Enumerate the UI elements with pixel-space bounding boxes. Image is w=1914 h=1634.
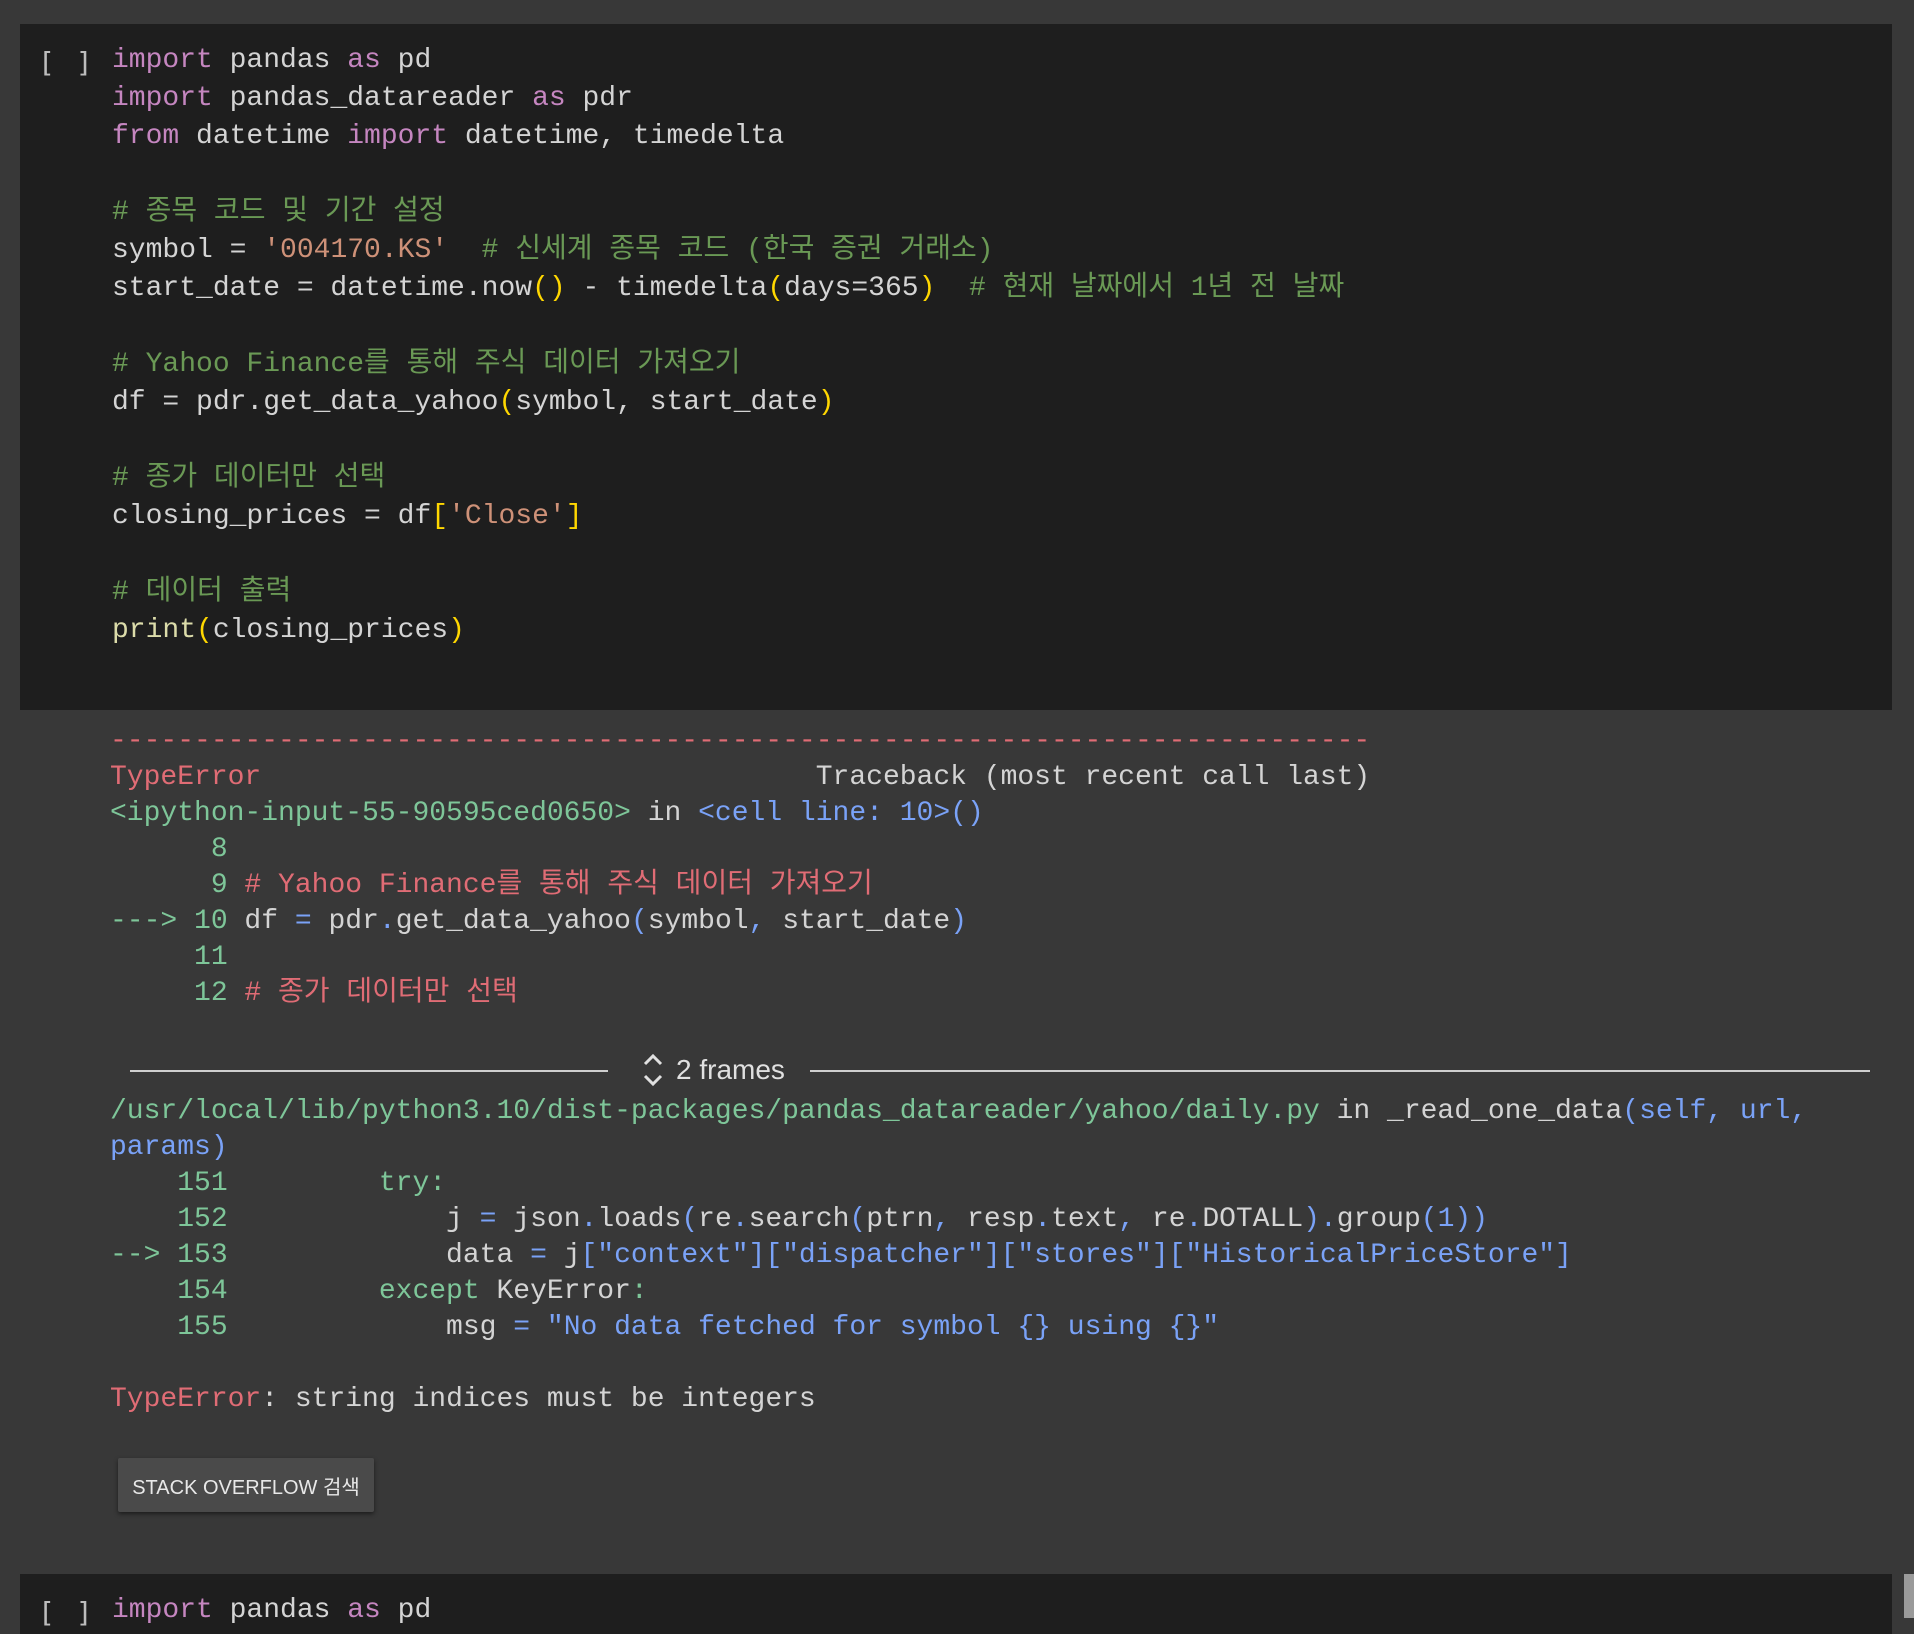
run-cell-button[interactable]: [ ]: [38, 46, 95, 79]
current-line-arrow: --> 153: [110, 1240, 228, 1271]
cell-line-ref: <cell line: 10>(): [698, 798, 984, 829]
current-line-arrow: ---> 10: [110, 906, 228, 937]
input-ref: <ipython-input-55-90595ced0650>: [110, 798, 631, 829]
run-cell-button[interactable]: [ ]: [38, 1596, 95, 1629]
file-path: /usr/local/lib/python3.10/dist-packages/…: [110, 1096, 1320, 1127]
final-error-message: : string indices must be integers: [261, 1384, 816, 1415]
code-cell-1[interactable]: [ ] import pandas as pd import pandas_da…: [20, 24, 1892, 710]
code-editor[interactable]: import pandas as pd: [112, 1592, 431, 1630]
traceback-separator: ----------------------------------------…: [110, 726, 1371, 757]
code-editor[interactable]: import pandas as pd import pandas_datare…: [112, 42, 1344, 650]
expand-collapse-icon: [643, 1053, 663, 1087]
traceback-label: Traceback (most recent call last): [815, 762, 1371, 793]
search-stack-overflow-button[interactable]: STACK OVERFLOW 검색: [118, 1458, 374, 1512]
cell-output-traceback: ----------------------------------------…: [110, 726, 1371, 1009]
expand-frames-toggle[interactable]: 2 frames: [640, 1050, 785, 1090]
function-name: _read_one_data: [1387, 1096, 1623, 1127]
error-type: TypeError: [110, 762, 262, 793]
frames-divider-right-line: [810, 1070, 1870, 1072]
scrollbar-thumb[interactable]: [1904, 1574, 1914, 1618]
frames-label: 2 frames: [676, 1054, 785, 1085]
frames-divider: 2 frames: [130, 1050, 1870, 1090]
frames-divider-left-line: [130, 1070, 608, 1072]
final-error-type: TypeError: [110, 1384, 262, 1415]
code-cell-2[interactable]: [ ] import pandas as pd: [20, 1574, 1892, 1634]
cell-output-traceback-frames: /usr/local/lib/python3.10/dist-packages/…: [110, 1096, 1808, 1415]
